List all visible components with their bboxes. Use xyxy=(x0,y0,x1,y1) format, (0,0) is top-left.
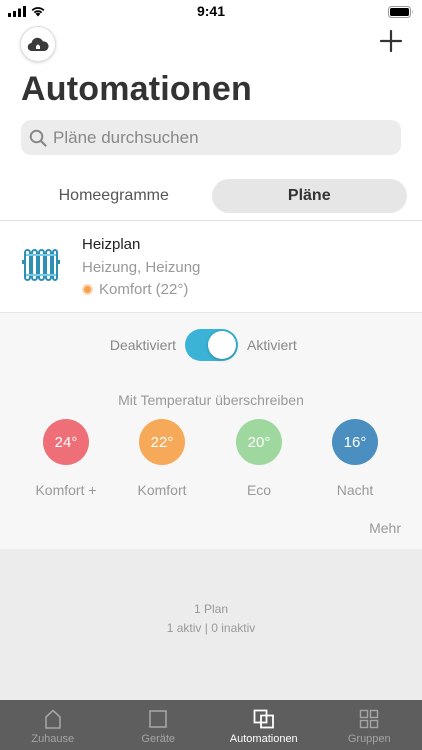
plan-list-item[interactable]: Heizplan Heizung, Heizung Komfort (22°) xyxy=(0,221,422,312)
header xyxy=(0,26,422,76)
cloud-home-icon xyxy=(27,37,49,52)
tab-automationen[interactable]: Automationen xyxy=(211,700,317,750)
preset-komfort[interactable]: 22° Komfort xyxy=(117,419,207,498)
search-bar[interactable] xyxy=(21,120,401,155)
summary-area: 1 Plan 1 aktiv | 0 inaktiv xyxy=(0,549,422,700)
preset-label: Komfort xyxy=(137,482,187,498)
toggle-row: Deaktiviert Aktiviert xyxy=(0,329,422,361)
battery-icon xyxy=(388,5,414,23)
toggle-off-label: Deaktiviert xyxy=(109,337,176,353)
tab-label: Gruppen xyxy=(347,733,391,745)
active-count: 1 aktiv | 0 inaktiv xyxy=(166,621,256,635)
plan-count: 1 Plan xyxy=(193,602,229,616)
activation-toggle[interactable] xyxy=(185,329,238,361)
preset-circle: 16° xyxy=(332,419,378,465)
tab-label: Geräte xyxy=(141,733,176,745)
plan-name: Heizplan xyxy=(82,236,141,253)
preset-label: Nacht xyxy=(336,482,374,498)
status-bar: 9:41 xyxy=(0,0,422,22)
segmented-control: Homeegramme Pläne xyxy=(16,179,407,213)
cloud-button[interactable] xyxy=(20,26,56,62)
tab-zuhause[interactable]: Zuhause xyxy=(0,700,106,750)
grid-icon xyxy=(360,709,379,729)
overlapping-squares-icon xyxy=(253,709,274,729)
preset-label: Eco xyxy=(246,482,272,498)
segment-plaene[interactable]: Pläne xyxy=(211,179,407,213)
preset-nacht[interactable]: 16° Nacht xyxy=(310,419,400,498)
override-title: Mit Temperatur überschreiben xyxy=(118,392,304,408)
toggle-knob xyxy=(208,331,236,359)
preset-circle: 20° xyxy=(236,419,282,465)
more-link[interactable]: Mehr xyxy=(369,520,401,536)
page-title: Automationen xyxy=(21,70,252,108)
plan-subtitle: Heizung, Heizung xyxy=(82,259,201,276)
square-icon xyxy=(149,710,168,728)
house-icon xyxy=(44,709,61,729)
tab-geraete[interactable]: Geräte xyxy=(106,700,212,750)
tab-bar: Zuhause Geräte Automationen Gruppen xyxy=(0,700,422,750)
search-icon xyxy=(29,129,47,147)
preset-komfort-plus[interactable]: 24° Komfort + xyxy=(21,419,111,498)
tab-gruppen[interactable]: Gruppen xyxy=(317,700,422,750)
segment-homeegramme[interactable]: Homeegramme xyxy=(16,179,212,213)
status-time: 9:41 xyxy=(196,3,226,19)
tab-label: Zuhause xyxy=(31,733,75,745)
toggle-on-label: Aktiviert xyxy=(247,337,297,353)
temperature-presets: 24° Komfort + 22° Komfort 20° Eco 16° Na… xyxy=(0,419,422,499)
add-button[interactable] xyxy=(378,28,404,54)
preset-label: Komfort + xyxy=(35,482,97,498)
preset-circle: 22° xyxy=(139,419,185,465)
preset-eco[interactable]: 20° Eco xyxy=(214,419,304,498)
search-input[interactable] xyxy=(53,127,383,148)
radiator-icon xyxy=(22,248,60,287)
plus-icon xyxy=(379,29,403,53)
plan-mode: Komfort (22°) xyxy=(82,281,188,298)
plan-details: Deaktiviert Aktiviert Mit Temperatur übe… xyxy=(0,312,422,549)
tab-label: Automationen xyxy=(229,733,298,745)
mode-dot-icon xyxy=(82,284,93,295)
plan-mode-label: Komfort (22°) xyxy=(99,281,189,298)
preset-circle: 24° xyxy=(43,419,89,465)
